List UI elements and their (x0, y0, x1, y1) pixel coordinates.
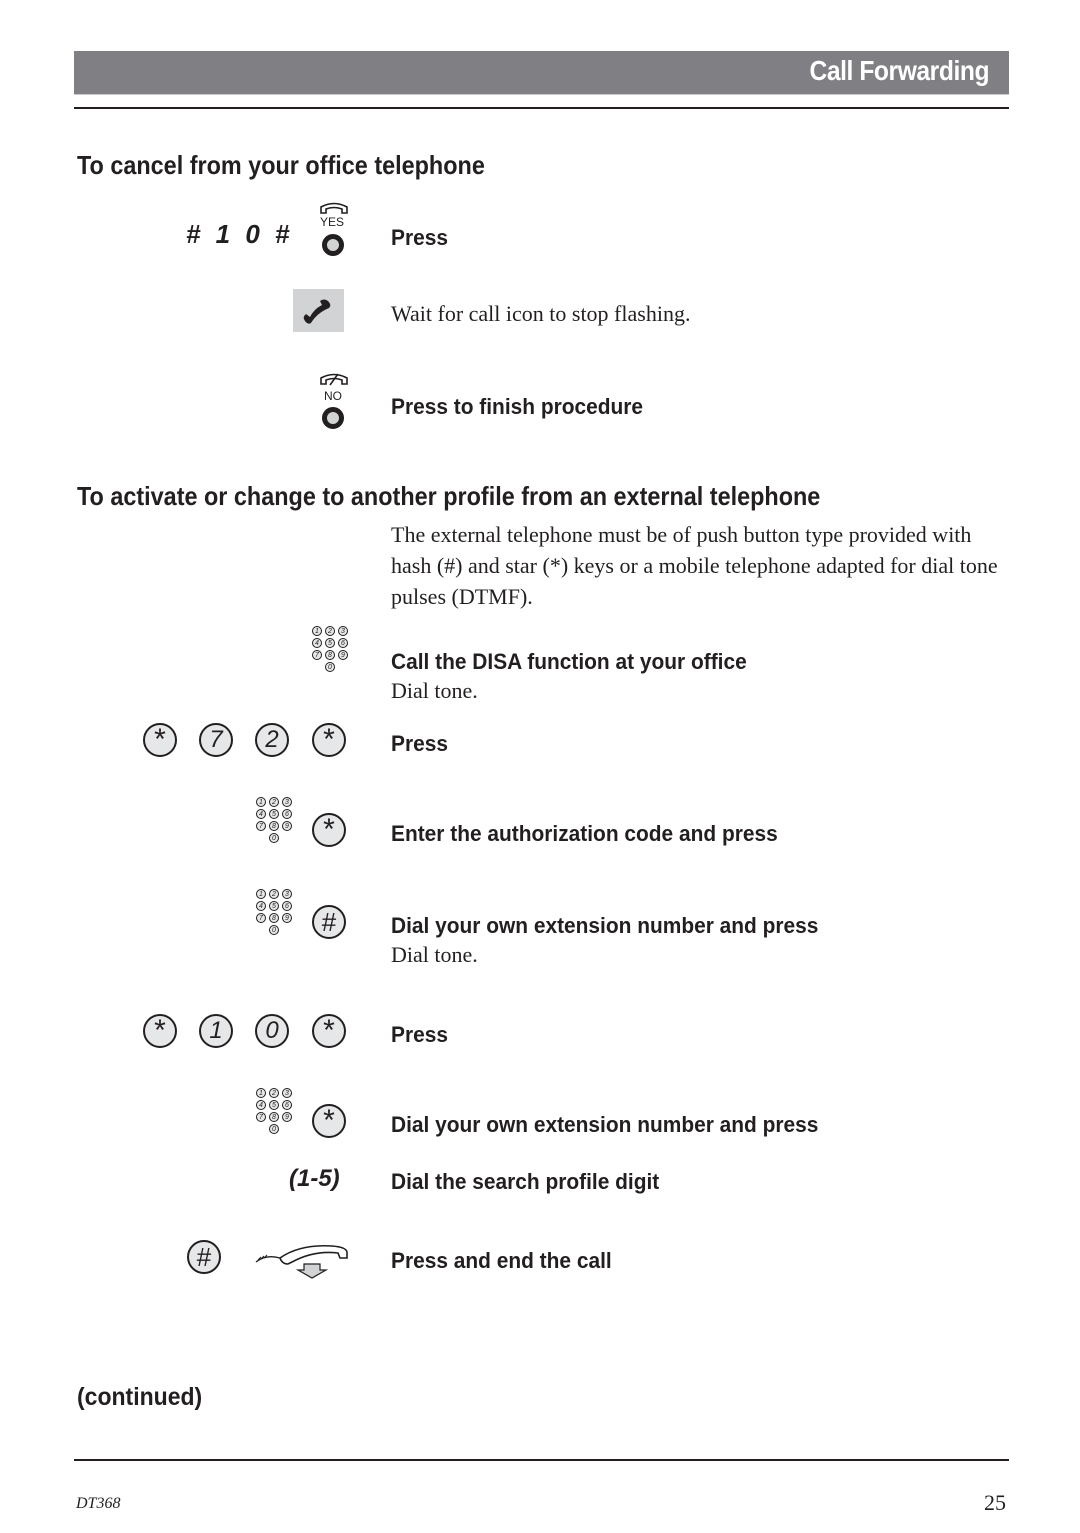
footer-divider (74, 1459, 1009, 1461)
keypad-digit: 1 (256, 1088, 266, 1098)
instruction-text: Call the DISA function at your office (391, 649, 747, 674)
keypad-digit: 6 (282, 809, 292, 819)
keypad-digit: 2 (269, 1088, 279, 1098)
yes-round-button (322, 234, 344, 256)
keypad-digit: 8 (269, 1112, 279, 1122)
handset-cancel-icon (320, 373, 348, 386)
keypad-digit: 0 (269, 1124, 279, 1134)
keypad-digit: 7 (312, 650, 322, 660)
keypad-digit: 8 (325, 650, 335, 660)
keypad-digit: 6 (338, 638, 348, 648)
keypad-digit: 3 (282, 797, 292, 807)
yes-label: YES (320, 215, 345, 229)
keypad-icon: 123 456 7890 (256, 1088, 296, 1140)
star-key-icon: * (312, 813, 346, 847)
intro-paragraph: The external telephone must be of push b… (391, 522, 998, 609)
instruction-text: Press (391, 1022, 448, 1047)
instruction-text: Press to finish procedure (391, 394, 644, 419)
hash-key-icon: # (312, 905, 346, 939)
keypad-digit: 4 (256, 1100, 266, 1110)
instruction-text: Press and end the call (391, 1248, 612, 1273)
note-text: Dial tone. (391, 678, 478, 703)
no-label: NO (324, 389, 342, 403)
keypad-digit: 4 (256, 809, 266, 819)
continued-label: (continued) (77, 1383, 203, 1411)
keypad-digit: 1 (312, 626, 322, 636)
hash-key-icon: # (187, 1240, 221, 1274)
header-divider (74, 107, 1009, 109)
star-key-icon: * (143, 1014, 177, 1048)
star-key-icon: * (143, 723, 177, 757)
keypad-digit: 5 (269, 1100, 279, 1110)
description-text: Wait for call icon to stop flashing. (391, 301, 691, 326)
keypad-digit: 7 (256, 1112, 266, 1122)
keypad-digit: 1 (256, 797, 266, 807)
keypad-digit: 4 (312, 638, 322, 648)
section-heading-activate: To activate or change to another profile… (77, 481, 821, 511)
digit-key-icon: 2 (255, 723, 289, 757)
keypad-digit: 0 (325, 662, 335, 672)
instruction-text: Enter the authorization code and press (391, 821, 778, 846)
keypad-digit: 8 (269, 821, 279, 831)
keypad-icon: 123 456 7890 (312, 626, 352, 678)
page-title: Call Forwarding (809, 55, 989, 86)
keypad-digit: 7 (256, 821, 266, 831)
digit-key-icon: 1 (199, 1014, 233, 1048)
star-key-icon: * (312, 723, 346, 757)
instruction-text: Dial your own extension number and press (391, 913, 819, 938)
note-text: Dial tone. (391, 942, 478, 967)
handset-lift-icon (320, 202, 348, 214)
instruction-text: Press (391, 225, 448, 250)
keypad-digit: 9 (282, 1112, 292, 1122)
page-header-bar: Call Forwarding (74, 51, 1009, 95)
keypad-digit: 0 (269, 833, 279, 843)
keypad-digit: 9 (282, 821, 292, 831)
profile-range-label: (1-5) (289, 1165, 340, 1192)
keypad-digit: 9 (282, 913, 292, 923)
keypad-digit: 8 (269, 913, 279, 923)
keypad-digit: 2 (269, 889, 279, 899)
keypad-digit: 4 (256, 901, 266, 911)
keypad-digit: 2 (325, 626, 335, 636)
key-sequence-code: # 1 0 # (186, 219, 294, 249)
instruction-text: Dial the search profile digit (391, 1169, 660, 1194)
keypad-digit: 1 (256, 889, 266, 899)
no-round-button (322, 407, 344, 429)
call-display-icon (293, 289, 344, 332)
digit-key-icon: 0 (255, 1014, 289, 1048)
keypad-digit: 6 (282, 901, 292, 911)
keypad-digit: 3 (282, 889, 292, 899)
keypad-digit: 3 (282, 1088, 292, 1098)
instruction-text: Dial your own extension number and press (391, 1112, 819, 1137)
yes-button-icon: YES (316, 201, 352, 259)
keypad-digit: 2 (269, 797, 279, 807)
digit-key-icon: 7 (199, 723, 233, 757)
handset-down-icon (255, 1244, 348, 1279)
keypad-digit: 6 (282, 1100, 292, 1110)
star-key-icon: * (312, 1104, 346, 1138)
footer-page-number: 25 (984, 1490, 1006, 1515)
instruction-text: Press (391, 731, 448, 756)
keypad-icon: 123 456 7890 (256, 889, 296, 941)
keypad-icon: 123 456 7890 (256, 797, 296, 849)
keypad-digit: 9 (338, 650, 348, 660)
phone-handset-icon (303, 299, 331, 324)
keypad-digit: 3 (338, 626, 348, 636)
keypad-digit: 5 (269, 809, 279, 819)
keypad-digit: 5 (269, 901, 279, 911)
section-heading-cancel: To cancel from your office telephone (77, 150, 485, 180)
star-key-icon: * (312, 1014, 346, 1048)
keypad-digit: 0 (269, 925, 279, 935)
no-button-icon: NO (316, 372, 352, 430)
keypad-digit: 7 (256, 913, 266, 923)
keypad-digit: 5 (325, 638, 335, 648)
footer-document-id: DT368 (76, 1495, 121, 1512)
